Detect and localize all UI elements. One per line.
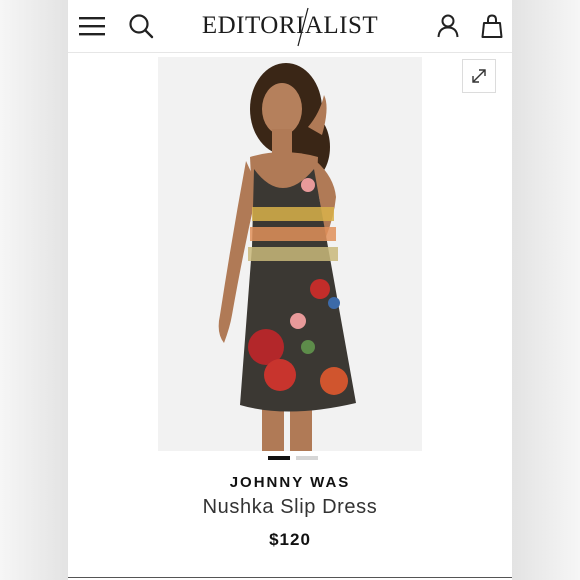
- bottom-divider: [68, 577, 512, 578]
- account-button[interactable]: [430, 8, 466, 44]
- bag-icon: [481, 14, 503, 38]
- product-brand[interactable]: JOHNNY WAS: [68, 474, 512, 491]
- expand-image-button[interactable]: [462, 59, 496, 93]
- logo-text: EDITORIALIST: [201, 12, 379, 39]
- expand-icon: [472, 69, 486, 83]
- logo-slash: [297, 7, 309, 47]
- gallery-dots: [268, 456, 318, 460]
- product-price: $120: [269, 530, 311, 549]
- menu-icon: [79, 17, 105, 36]
- bag-button[interactable]: [474, 8, 510, 44]
- product-name: Nushka Slip Dress: [202, 496, 378, 518]
- gallery-dot-1[interactable]: [268, 456, 290, 460]
- product-photo: [218, 63, 356, 451]
- left-background: [0, 0, 68, 580]
- menu-button[interactable]: [74, 8, 110, 44]
- search-icon: [129, 14, 154, 39]
- site-logo[interactable]: EDITORIALIST: [188, 7, 392, 47]
- account-icon: [437, 14, 459, 38]
- search-button[interactable]: [123, 8, 159, 44]
- product-page: EDITORIALIST JOHNNY WAS Nushka Slip Dres…: [68, 0, 512, 580]
- product-image[interactable]: [158, 57, 422, 451]
- right-background: [512, 0, 580, 580]
- site-header: EDITORIALIST: [68, 0, 512, 53]
- gallery-dot-2[interactable]: [296, 456, 318, 460]
